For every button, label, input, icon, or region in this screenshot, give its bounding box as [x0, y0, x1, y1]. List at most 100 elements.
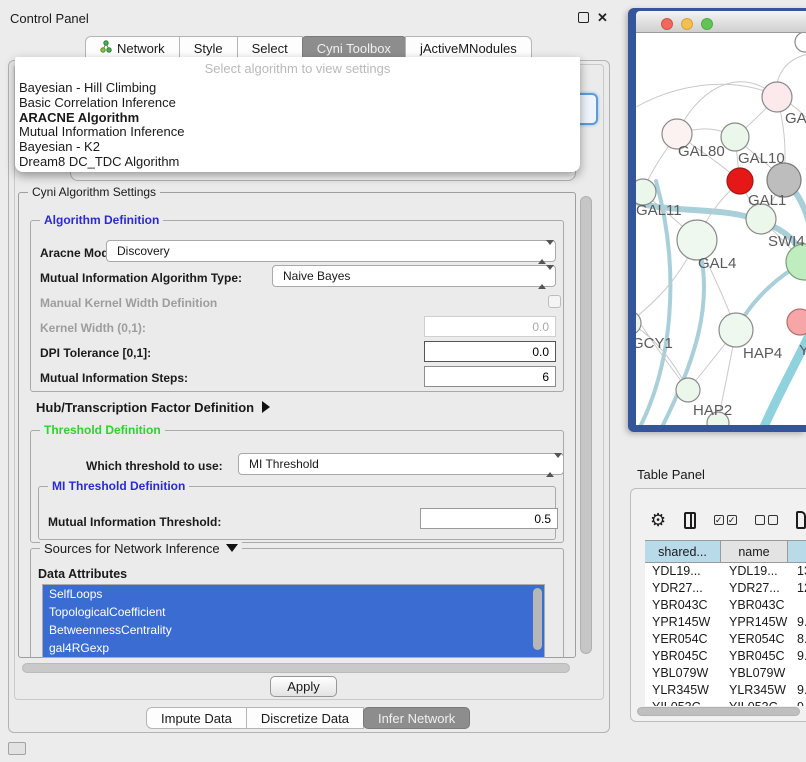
window-close-icon[interactable]: [661, 18, 673, 30]
mi-type-combo[interactable]: Naive Bayes: [272, 265, 556, 287]
table-row[interactable]: YLR345WYLR345W9.: [645, 682, 806, 699]
network-node[interactable]: [795, 33, 806, 52]
network-node[interactable]: [762, 82, 792, 112]
mi-threshold-label: Mutual Information Threshold:: [48, 515, 221, 529]
attribute-item[interactable]: gal4RGexp: [43, 639, 544, 657]
network-node[interactable]: [676, 378, 700, 402]
table-cell: 9.: [790, 699, 806, 706]
tab-style[interactable]: Style: [179, 36, 238, 59]
tab-discretize-data[interactable]: Discretize Data: [246, 707, 364, 729]
attribute-item[interactable]: BetweennessCentrality: [43, 621, 544, 639]
control-panel-title: Control Panel: [10, 11, 89, 26]
network-edge[interactable]: [764, 321, 806, 425]
docked-panel-icon[interactable]: [8, 742, 26, 755]
mi-type-label: Mutual Information Algorithm Type:: [40, 271, 242, 285]
manual-kernel-checkbox[interactable]: [548, 295, 561, 308]
table-row[interactable]: YIL053CYIL053C9.: [645, 699, 806, 706]
tab-cyni-toolbox[interactable]: Cyni Toolbox: [302, 36, 406, 59]
tab-select[interactable]: Select: [237, 36, 303, 59]
dpi-tolerance-field[interactable]: [424, 341, 556, 362]
checked-boxes-icon[interactable]: ✓✓: [714, 515, 737, 525]
table-cell: YBR045C: [645, 648, 722, 665]
table-row[interactable]: YDR27...YDR27...12: [645, 580, 806, 597]
tab-impute-data[interactable]: Impute Data: [146, 707, 247, 729]
control-panel-titlebar: Control Panel ✕: [0, 0, 620, 26]
table-cell: YIL053C: [722, 699, 790, 706]
node-label: GAL: [785, 110, 806, 127]
column-header[interactable]: shared...: [645, 540, 721, 563]
network-node[interactable]: [721, 123, 749, 151]
tab-label: Select: [252, 41, 288, 56]
float-window-icon[interactable]: [578, 12, 589, 23]
table-row[interactable]: YPR145WYPR145W9.: [645, 614, 806, 631]
mi-type-value: Naive Bayes: [283, 269, 350, 283]
table-row[interactable]: YBR045CYBR045C9.: [645, 648, 806, 665]
kernel-width-label: Kernel Width (0,1):: [40, 321, 146, 335]
table-cell: YBR043C: [722, 597, 790, 614]
sources-group-toggle[interactable]: Sources for Network Inference: [40, 541, 242, 556]
page-icon[interactable]: [796, 511, 806, 529]
control-panel-bottom-tabs: Impute DataDiscretize DataInfer Network: [147, 707, 470, 729]
column-header[interactable]: A: [787, 540, 806, 563]
table-row[interactable]: YER054CYER054C8.: [645, 631, 806, 648]
mi-steps-field[interactable]: [424, 366, 556, 387]
tab-label: Style: [194, 41, 223, 56]
list-scrollbar-thumb[interactable]: [533, 588, 542, 650]
table-row[interactable]: YBR043CYBR043C: [645, 597, 806, 614]
algorithm-option[interactable]: Bayesian - Hill Climbing: [19, 81, 575, 96]
expanded-arrow-icon: [226, 544, 238, 552]
columns-icon[interactable]: [684, 512, 696, 529]
table-cell: 9.: [790, 648, 806, 665]
tab-jactivemnodules[interactable]: jActiveMNodules: [405, 36, 532, 59]
kernel-width-field[interactable]: [424, 316, 556, 337]
algorithm-option[interactable]: ARACNE Algorithm: [19, 111, 575, 126]
mi-steps-label: Mutual Information Steps:: [40, 371, 188, 385]
settings-vertical-scrollbar[interactable]: [580, 196, 592, 654]
column-header[interactable]: name: [720, 540, 788, 563]
sources-group-title: Sources for Network Inference: [44, 541, 220, 556]
attribute-item[interactable]: SelfLoops: [43, 585, 544, 603]
table-cell: YDR27...: [722, 580, 790, 597]
which-threshold-combo[interactable]: MI Threshold: [238, 453, 564, 475]
network-view[interactable]: GALGAL80GAL10GAL1SWI4GAL11GAL4GCY1HAP4YH…: [636, 33, 806, 425]
close-icon[interactable]: ✕: [596, 12, 609, 25]
aracne-mode-value: Discovery: [117, 244, 170, 258]
apply-button[interactable]: Apply: [270, 676, 337, 697]
algorithm-option[interactable]: Bayesian - K2: [19, 140, 575, 155]
table-row[interactable]: YBL079WYBL079W: [645, 665, 806, 682]
network-node[interactable]: [787, 309, 806, 335]
table-header: shared...nameA: [645, 540, 806, 563]
network-node[interactable]: [719, 313, 753, 347]
table-cell: YDL19...: [722, 563, 790, 580]
gear-icon[interactable]: ⚙: [650, 510, 666, 530]
table-cell: YIL053C: [645, 699, 722, 706]
table-row[interactable]: YDL19...YDL19...13: [645, 563, 806, 580]
network-node[interactable]: [677, 220, 717, 260]
network-icon: [100, 40, 112, 56]
node-table[interactable]: shared...nameA YDL19...YDL19...13YDR27..…: [645, 540, 806, 706]
network-window-titlebar[interactable]: [636, 11, 806, 33]
aracne-mode-combo[interactable]: Discovery: [106, 240, 556, 262]
attribute-item[interactable]: TopologicalCoefficient: [43, 603, 544, 621]
node-label: GAL80: [678, 143, 725, 160]
tab-infer-network[interactable]: Infer Network: [363, 707, 470, 729]
node-label: GAL1: [748, 192, 786, 209]
table-horizontal-scrollbar[interactable]: [637, 707, 800, 716]
algorithm-option[interactable]: Basic Correlation Inference: [19, 96, 575, 111]
network-node[interactable]: [727, 168, 753, 194]
algorithm-popup-placeholder: Select algorithm to view settings: [15, 61, 580, 76]
table-cell: 9.: [790, 614, 806, 631]
data-attributes-list[interactable]: SelfLoopsTopologicalCoefficientBetweenne…: [42, 584, 545, 658]
mi-threshold-field[interactable]: [420, 508, 558, 529]
tab-label: Network: [117, 41, 165, 56]
unchecked-boxes-icon[interactable]: [755, 515, 778, 525]
cyni-settings-group-title: Cyni Algorithm Settings: [28, 185, 160, 199]
window-minimize-icon[interactable]: [681, 18, 693, 30]
hub-definition-toggle[interactable]: Hub/Transcription Factor Definition: [36, 400, 270, 415]
settings-horizontal-scrollbar[interactable]: [22, 663, 570, 673]
algorithm-option[interactable]: Dream8 DC_TDC Algorithm: [19, 155, 575, 170]
table-cell: YBR045C: [722, 648, 790, 665]
window-zoom-icon[interactable]: [701, 18, 713, 30]
tab-network[interactable]: Network: [85, 36, 180, 59]
algorithm-option[interactable]: Mutual Information Inference: [19, 125, 575, 140]
